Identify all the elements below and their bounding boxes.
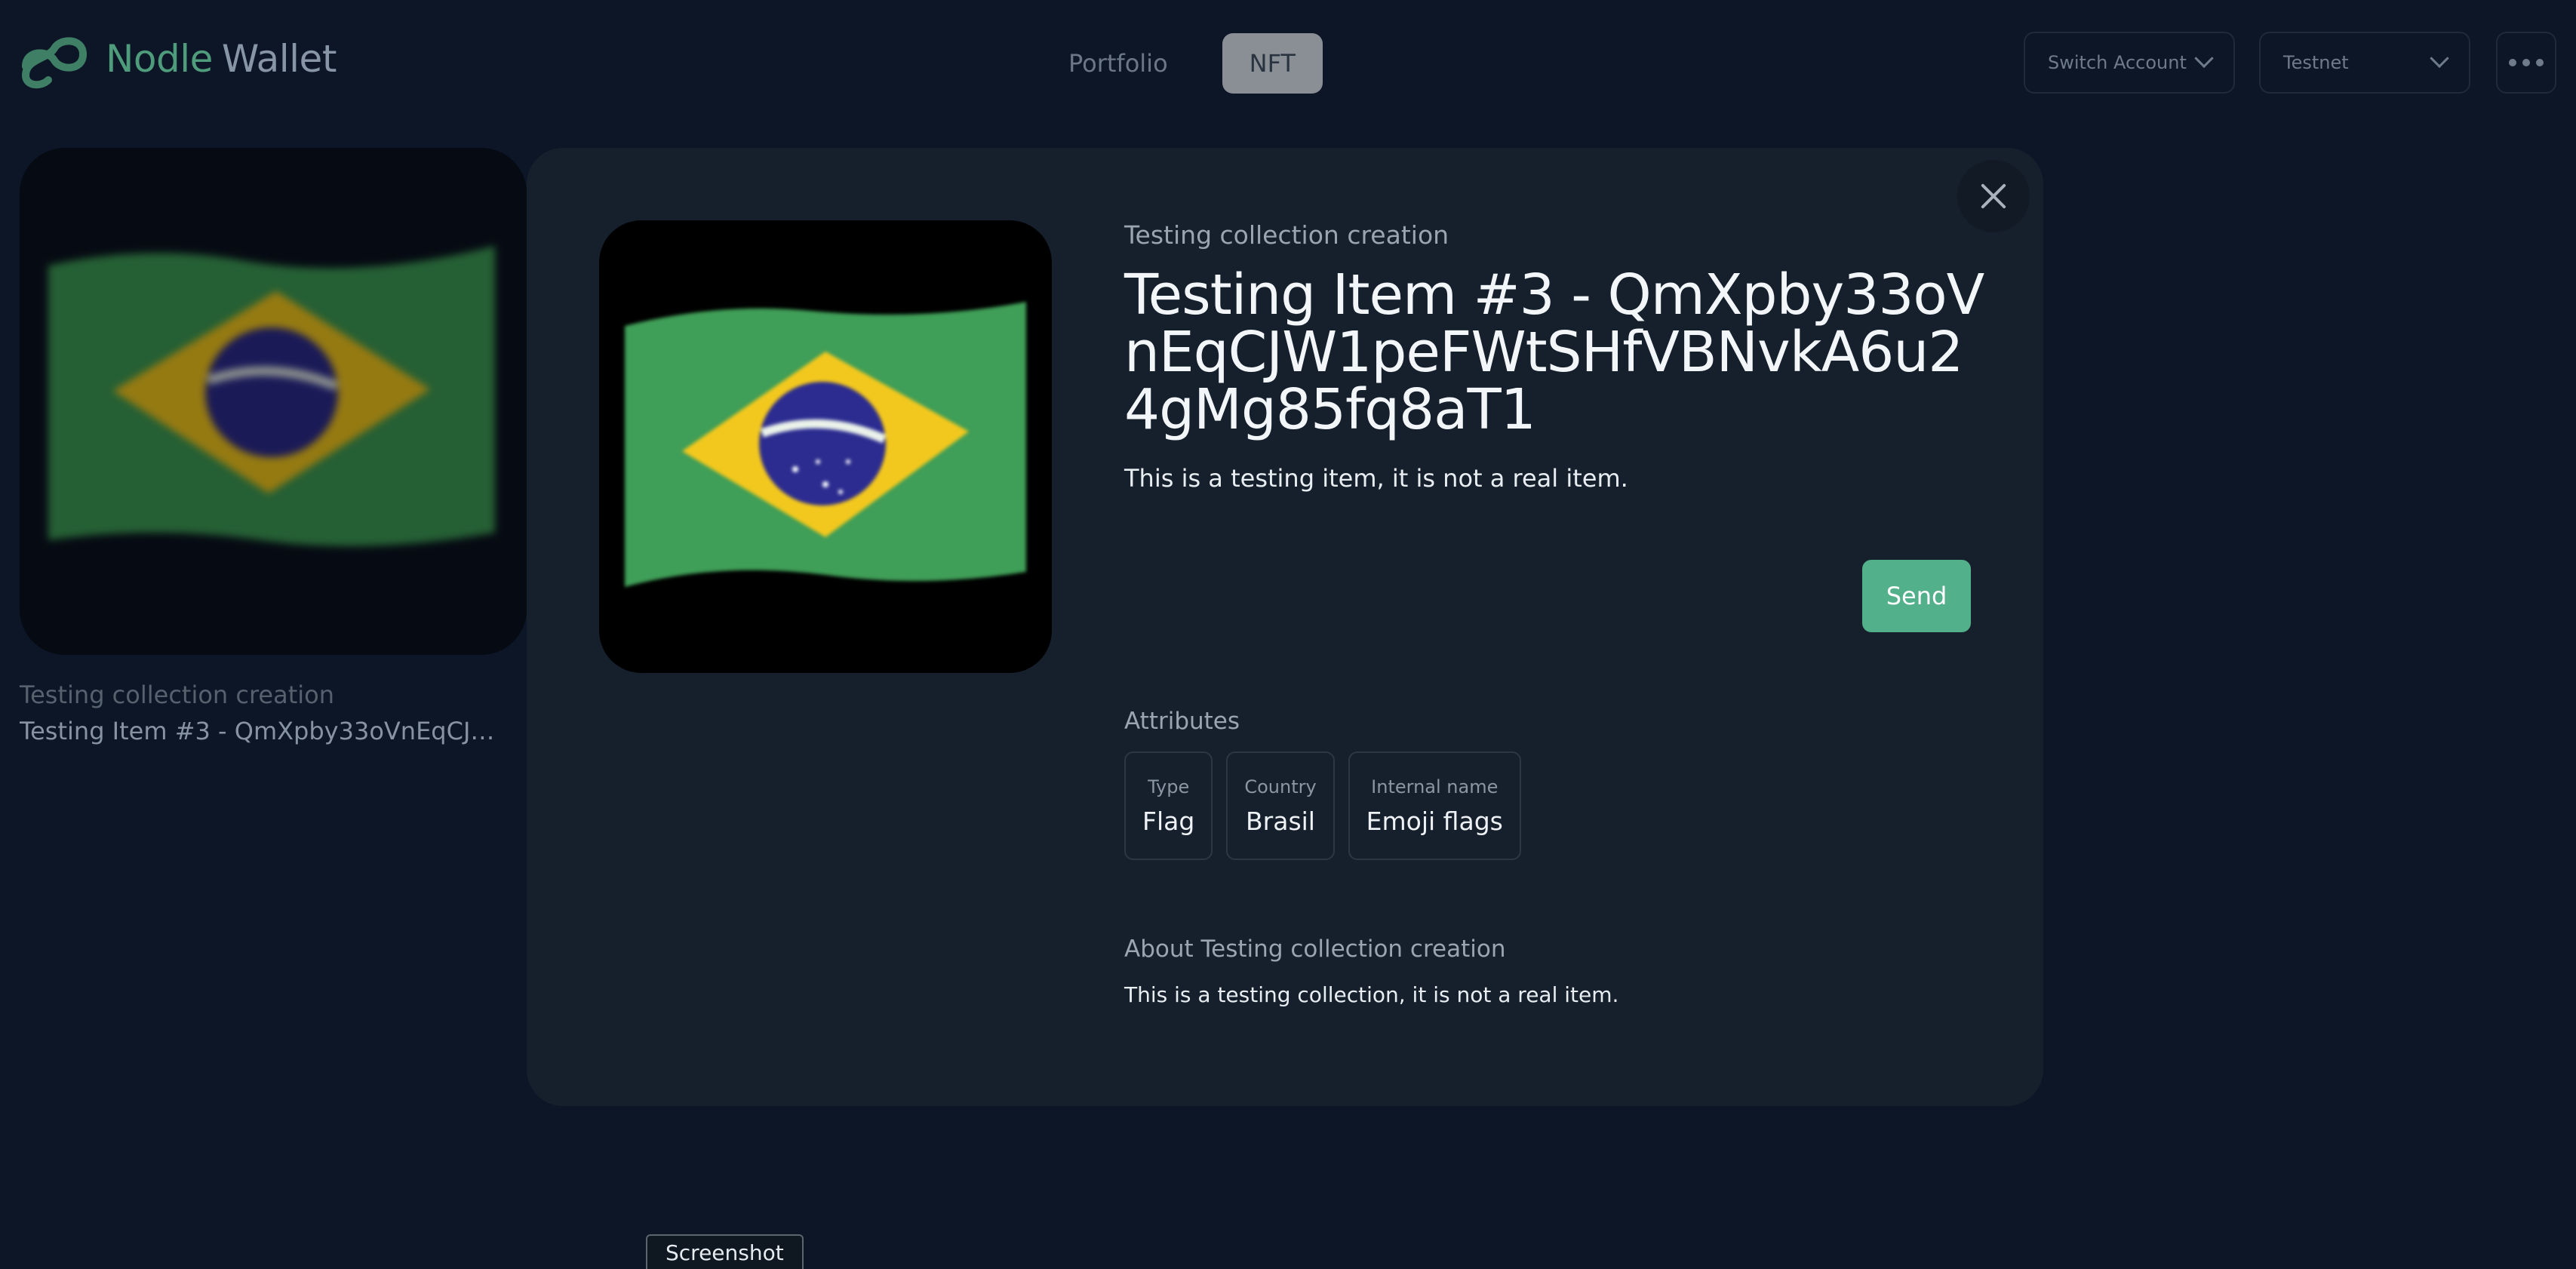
more-menu-button[interactable] (2496, 32, 2556, 94)
about-heading: About Testing collection creation (1124, 936, 1506, 963)
item-description: This is a testing item, it is not a real… (1124, 464, 1628, 493)
about-text: This is a testing collection, it is not … (1124, 982, 1619, 1007)
brand[interactable]: Nodle Wallet (18, 27, 337, 91)
tab-nft[interactable]: NFT (1222, 33, 1323, 94)
brazil-flag-image (625, 302, 1026, 587)
attributes-heading: Attributes (1124, 708, 1240, 735)
nft-card-image[interactable] (20, 148, 527, 655)
chevron-down-icon (2430, 48, 2449, 69)
more-dots-icon (2509, 59, 2516, 66)
attribute-label: Country (1244, 776, 1317, 797)
brazil-flag-image (48, 246, 495, 546)
brand-name-part2: Wallet (221, 37, 337, 81)
send-button[interactable]: Send (1862, 560, 1971, 632)
attribute-chip: Type Flag (1124, 751, 1213, 860)
attribute-value: Emoji flags (1366, 806, 1503, 836)
switch-account-label: Switch Account (2048, 52, 2187, 73)
screenshot-label: Screenshot (646, 1234, 804, 1269)
nft-card-collection: Testing collection creation (20, 681, 335, 709)
nft-image (599, 220, 1052, 673)
brand-name: Nodle Wallet (106, 37, 337, 81)
switch-account-dropdown[interactable]: Switch Account (2024, 32, 2235, 94)
network-select[interactable]: Testnet (2259, 32, 2470, 94)
collection-name: Testing collection creation (1124, 220, 1449, 250)
nodle-logo-icon (21, 37, 88, 89)
network-label: Testnet (2283, 52, 2349, 73)
item-title: Testing Item #3 - QmXpby33oVnEqCJW1peFWt… (1124, 263, 1984, 442)
attribute-chip: Country Brasil (1226, 751, 1335, 860)
attribute-chip: Internal name Emoji flags (1348, 751, 1521, 860)
brand-name-part1: Nodle (106, 37, 213, 81)
tab-portfolio[interactable]: Portfolio (1041, 33, 1195, 94)
attribute-label: Internal name (1371, 776, 1499, 797)
attribute-value: Brasil (1246, 806, 1315, 836)
app-header: Nodle Wallet Portfolio NFT Switch Account… (0, 0, 2576, 128)
attributes-list: Type Flag Country Brasil Internal name E… (1124, 751, 1521, 860)
nft-detail-modal: Testing collection creation Testing Item… (527, 148, 2043, 1106)
more-dot (2522, 59, 2530, 66)
nft-card-title: Testing Item #3 - QmXpby33oVnEqCJW1peFWt… (20, 717, 518, 745)
nft-detail-page: Nodle Wallet Portfolio NFT Switch Account… (0, 0, 2576, 1269)
attribute-value: Flag (1142, 806, 1195, 836)
nft-details: Testing collection creation Testing Item… (1124, 220, 1984, 493)
main-tabs: Portfolio NFT (1041, 33, 1323, 94)
more-dot (2536, 59, 2544, 66)
attribute-label: Type (1148, 776, 1190, 797)
chevron-down-icon (2194, 48, 2214, 69)
